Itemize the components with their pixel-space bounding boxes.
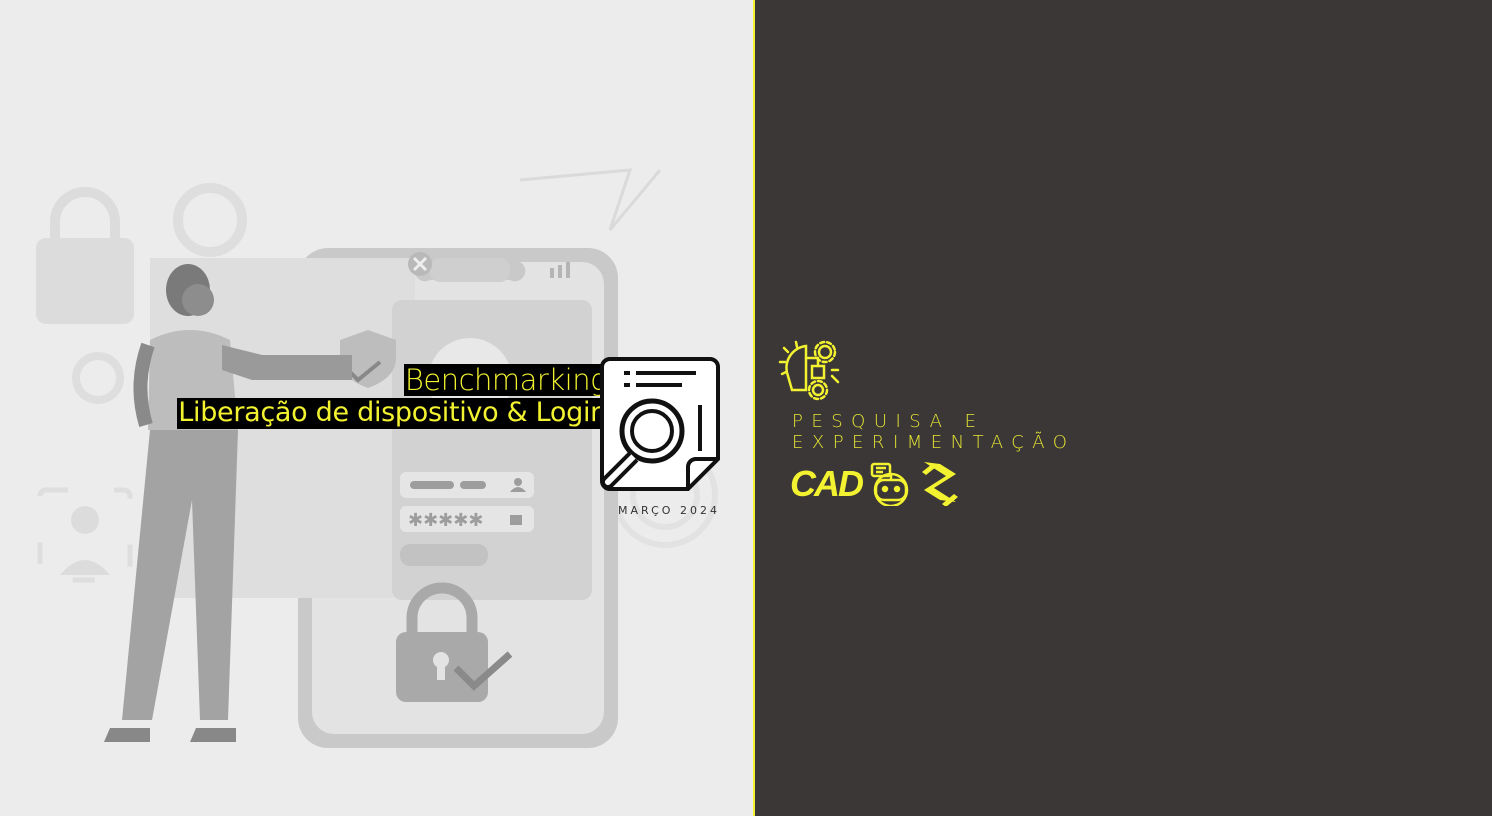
brand-logos: CAD bbox=[790, 462, 958, 506]
brand-tagline-line2: EXPERIMENTAÇÃO bbox=[792, 432, 1076, 453]
date-label: MARÇO 2024 bbox=[618, 504, 720, 517]
brand-panel bbox=[755, 0, 1492, 816]
brand-tagline-line1: PESQUISA E bbox=[792, 411, 985, 432]
page-title: Benchmarking bbox=[403, 363, 608, 397]
title-block: Benchmarking Liberação de dispositivo & … bbox=[177, 364, 608, 429]
page-subtitle: Liberação de dispositivo & Login bbox=[177, 397, 608, 429]
cad-logo-text: CAD bbox=[790, 463, 863, 504]
bank-logo-icon bbox=[922, 462, 958, 506]
magnifier-report-icon bbox=[600, 357, 720, 491]
brand-tagline: PESQUISA E EXPERIMENTAÇÃO bbox=[792, 411, 1075, 453]
brain-gears-icon bbox=[778, 340, 840, 401]
chatbot-icon bbox=[870, 462, 909, 506]
svg-text:✱✱✱✱✱: ✱✱✱✱✱ bbox=[408, 510, 483, 531]
